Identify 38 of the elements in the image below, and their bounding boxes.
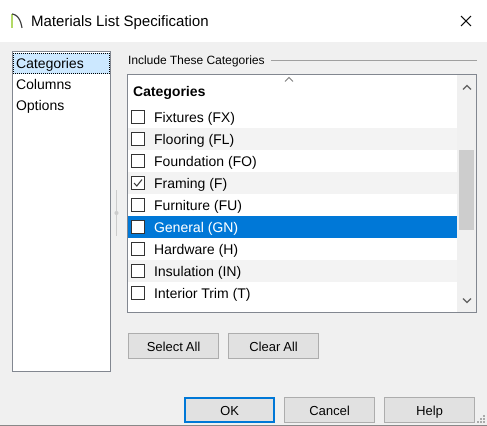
checkbox[interactable]: [131, 286, 145, 300]
list-row[interactable]: General (GN): [128, 216, 457, 238]
checkbox[interactable]: [131, 154, 145, 168]
group-title: Include These Categories: [128, 53, 265, 67]
ok-button[interactable]: OK: [184, 397, 275, 423]
list-row[interactable]: Furniture (FU): [128, 194, 457, 216]
checkbox[interactable]: [131, 242, 145, 256]
scrollbar[interactable]: [457, 75, 476, 312]
checkbox[interactable]: [131, 132, 145, 146]
help-button[interactable]: Help: [384, 397, 475, 423]
button[interactable]: Select All: [128, 333, 219, 359]
list-row[interactable]: Insulation (IN): [128, 260, 457, 282]
arc-logo-icon: [11, 13, 23, 29]
checkbox[interactable]: [131, 110, 145, 124]
checkbox[interactable]: [131, 198, 145, 212]
list-row[interactable]: Foundation (FO): [128, 150, 457, 172]
list-row[interactable]: Hardware (H): [128, 238, 457, 260]
cancel-button[interactable]: Cancel: [284, 397, 375, 423]
sidebar-item[interactable]: Categories: [13, 53, 110, 74]
list-row[interactable]: Interior Trim (T): [128, 282, 457, 304]
window-title: Materials List Specification: [31, 12, 210, 30]
scroll-up-icon[interactable]: [462, 84, 472, 90]
scroll-down-icon[interactable]: [462, 298, 472, 304]
list-row[interactable]: Flooring (FL): [128, 128, 457, 150]
resize-grip-icon[interactable]: [477, 415, 485, 423]
checkbox[interactable]: [131, 264, 145, 278]
sort-caret-icon: [284, 76, 294, 82]
checkbox[interactable]: [131, 220, 145, 234]
list-row[interactable]: Framing (F): [128, 172, 457, 194]
close-icon[interactable]: [460, 15, 472, 27]
list-row[interactable]: Fixtures (FX): [128, 106, 457, 128]
splitter-handle-icon[interactable]: [114, 190, 119, 236]
checkbox[interactable]: [131, 176, 145, 190]
sidebar-item[interactable]: Columns: [13, 74, 110, 95]
sidebar-item[interactable]: Options: [13, 95, 110, 116]
scroll-thumb[interactable]: [459, 150, 474, 230]
button[interactable]: Clear All: [228, 333, 319, 359]
column-header[interactable]: Categories: [128, 75, 457, 106]
